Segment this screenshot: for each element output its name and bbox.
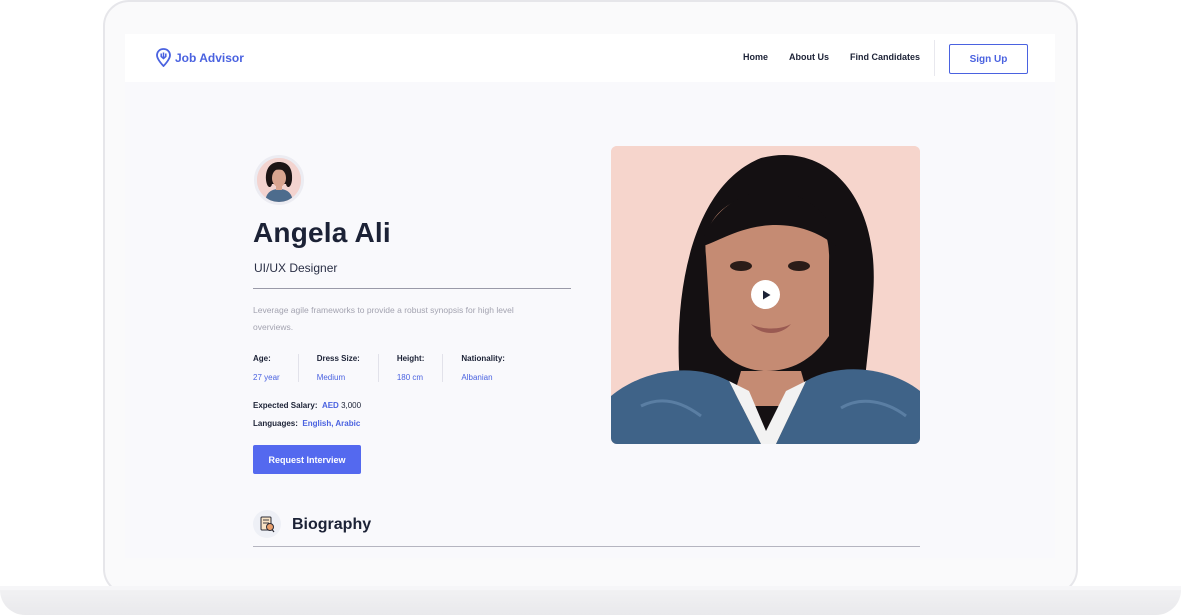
candidate-role: UI/UX Designer xyxy=(254,261,338,275)
nav-links: Home About Us Find Candidates xyxy=(743,52,920,62)
salary-currency: AED xyxy=(321,401,339,410)
languages-value: English, Arabic xyxy=(302,419,361,428)
biography-title: Biography xyxy=(292,516,372,533)
brand-logo[interactable]: Job Advisor xyxy=(156,48,244,67)
screen: Job Advisor Home About Us Find Candidate… xyxy=(125,34,1055,558)
fact-height: Height: 180 cm xyxy=(397,354,444,382)
play-button[interactable] xyxy=(751,280,780,309)
fact-dress-size: Dress Size: Medium xyxy=(317,354,379,382)
languages-label: Languages: xyxy=(253,419,298,428)
logo-pin-icon xyxy=(156,48,171,67)
fact-label: Dress Size: xyxy=(316,354,360,363)
avatar-portrait xyxy=(257,158,301,202)
candidate-summary: Leverage agile frameworks to provide a r… xyxy=(253,305,514,332)
brand-name: Job Advisor xyxy=(175,50,244,65)
fact-label: Height: xyxy=(396,354,425,363)
play-icon xyxy=(762,290,770,299)
nav-link-find-candidates[interactable]: Find Candidates xyxy=(850,52,920,62)
sign-up-button[interactable]: Sign Up xyxy=(949,44,1028,74)
fact-value: 27 year xyxy=(253,373,280,382)
fact-label: Nationality: xyxy=(461,354,505,363)
candidate-name: Angela Ali xyxy=(253,217,391,248)
laptop-base xyxy=(0,590,1181,615)
nav-divider xyxy=(934,40,935,76)
request-interview-button[interactable]: Request Interview xyxy=(253,445,361,474)
candidate-facts: Age: 27 year Dress Size: Medium Height: … xyxy=(253,354,541,382)
candidate-video[interactable] xyxy=(611,146,920,444)
fact-label: Age: xyxy=(253,354,271,363)
divider xyxy=(253,288,571,289)
fact-value: 180 cm xyxy=(396,373,424,382)
biography-icon xyxy=(253,510,281,538)
languages: Languages: English, Arabic xyxy=(253,419,360,428)
fact-age: Age: 27 year xyxy=(253,354,299,382)
navbar: Job Advisor Home About Us Find Candidate… xyxy=(125,34,1055,82)
avatar xyxy=(254,155,304,205)
nav-link-home[interactable]: Home xyxy=(743,52,768,62)
fact-value: Medium xyxy=(316,373,346,382)
fact-value: Albanian xyxy=(461,373,493,382)
salary-label: Expected Salary: xyxy=(253,401,318,410)
biography-divider xyxy=(253,546,920,547)
nav-link-about-us[interactable]: About Us xyxy=(789,52,829,62)
salary-amount: 3,000 xyxy=(341,401,362,410)
fact-nationality: Nationality: Albanian xyxy=(461,354,523,382)
expected-salary: Expected Salary: AED 3,000 xyxy=(253,401,361,410)
